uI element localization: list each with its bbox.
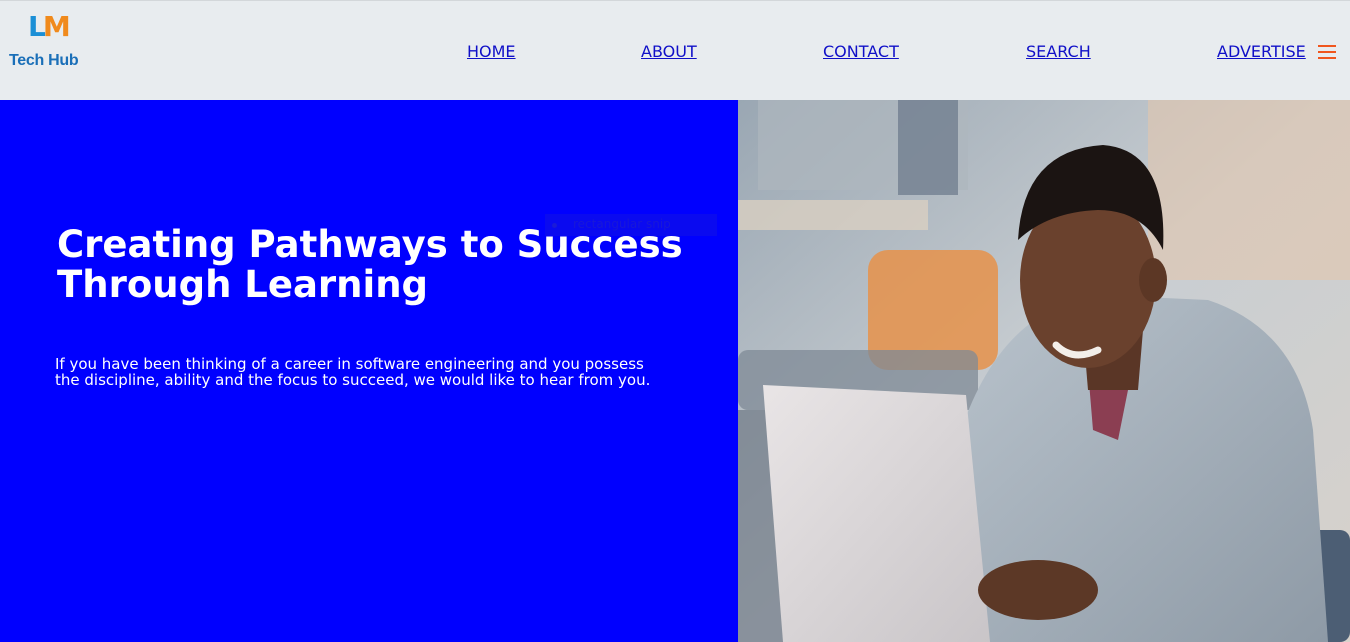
- hero-description: If you have been thinking of a career in…: [55, 355, 651, 389]
- nav-link-contact[interactable]: CONTACT: [823, 42, 899, 61]
- logo-letter-m: M: [42, 10, 71, 43]
- hero-title: Creating Pathways to Success Through Lea…: [57, 223, 683, 306]
- logo-mark: LM: [28, 10, 71, 44]
- logo-letter-l: L: [28, 10, 46, 43]
- nav-link-search[interactable]: SEARCH: [1026, 42, 1091, 61]
- site-header: LM Tech Hub HOME ABOUT CONTACT SEARCH AD…: [0, 0, 1350, 100]
- brand-name: Tech Hub: [9, 52, 79, 69]
- nav-link-about[interactable]: ABOUT: [641, 42, 697, 61]
- student-with-laptop-photo: [738, 100, 1350, 642]
- snip-tooltip-overlay: rectangular snip: [545, 214, 717, 236]
- nav-link-advertise[interactable]: ADVERTISE: [1217, 42, 1306, 61]
- tooltip-text: rectangular snip: [573, 217, 671, 231]
- tooltip-dot-icon: [552, 223, 557, 228]
- logo[interactable]: LM Tech Hub: [9, 10, 79, 76]
- nav-link-home[interactable]: HOME: [467, 42, 516, 61]
- hamburger-menu-icon[interactable]: [1318, 45, 1336, 59]
- hero-section: Creating Pathways to Success Through Lea…: [0, 100, 738, 642]
